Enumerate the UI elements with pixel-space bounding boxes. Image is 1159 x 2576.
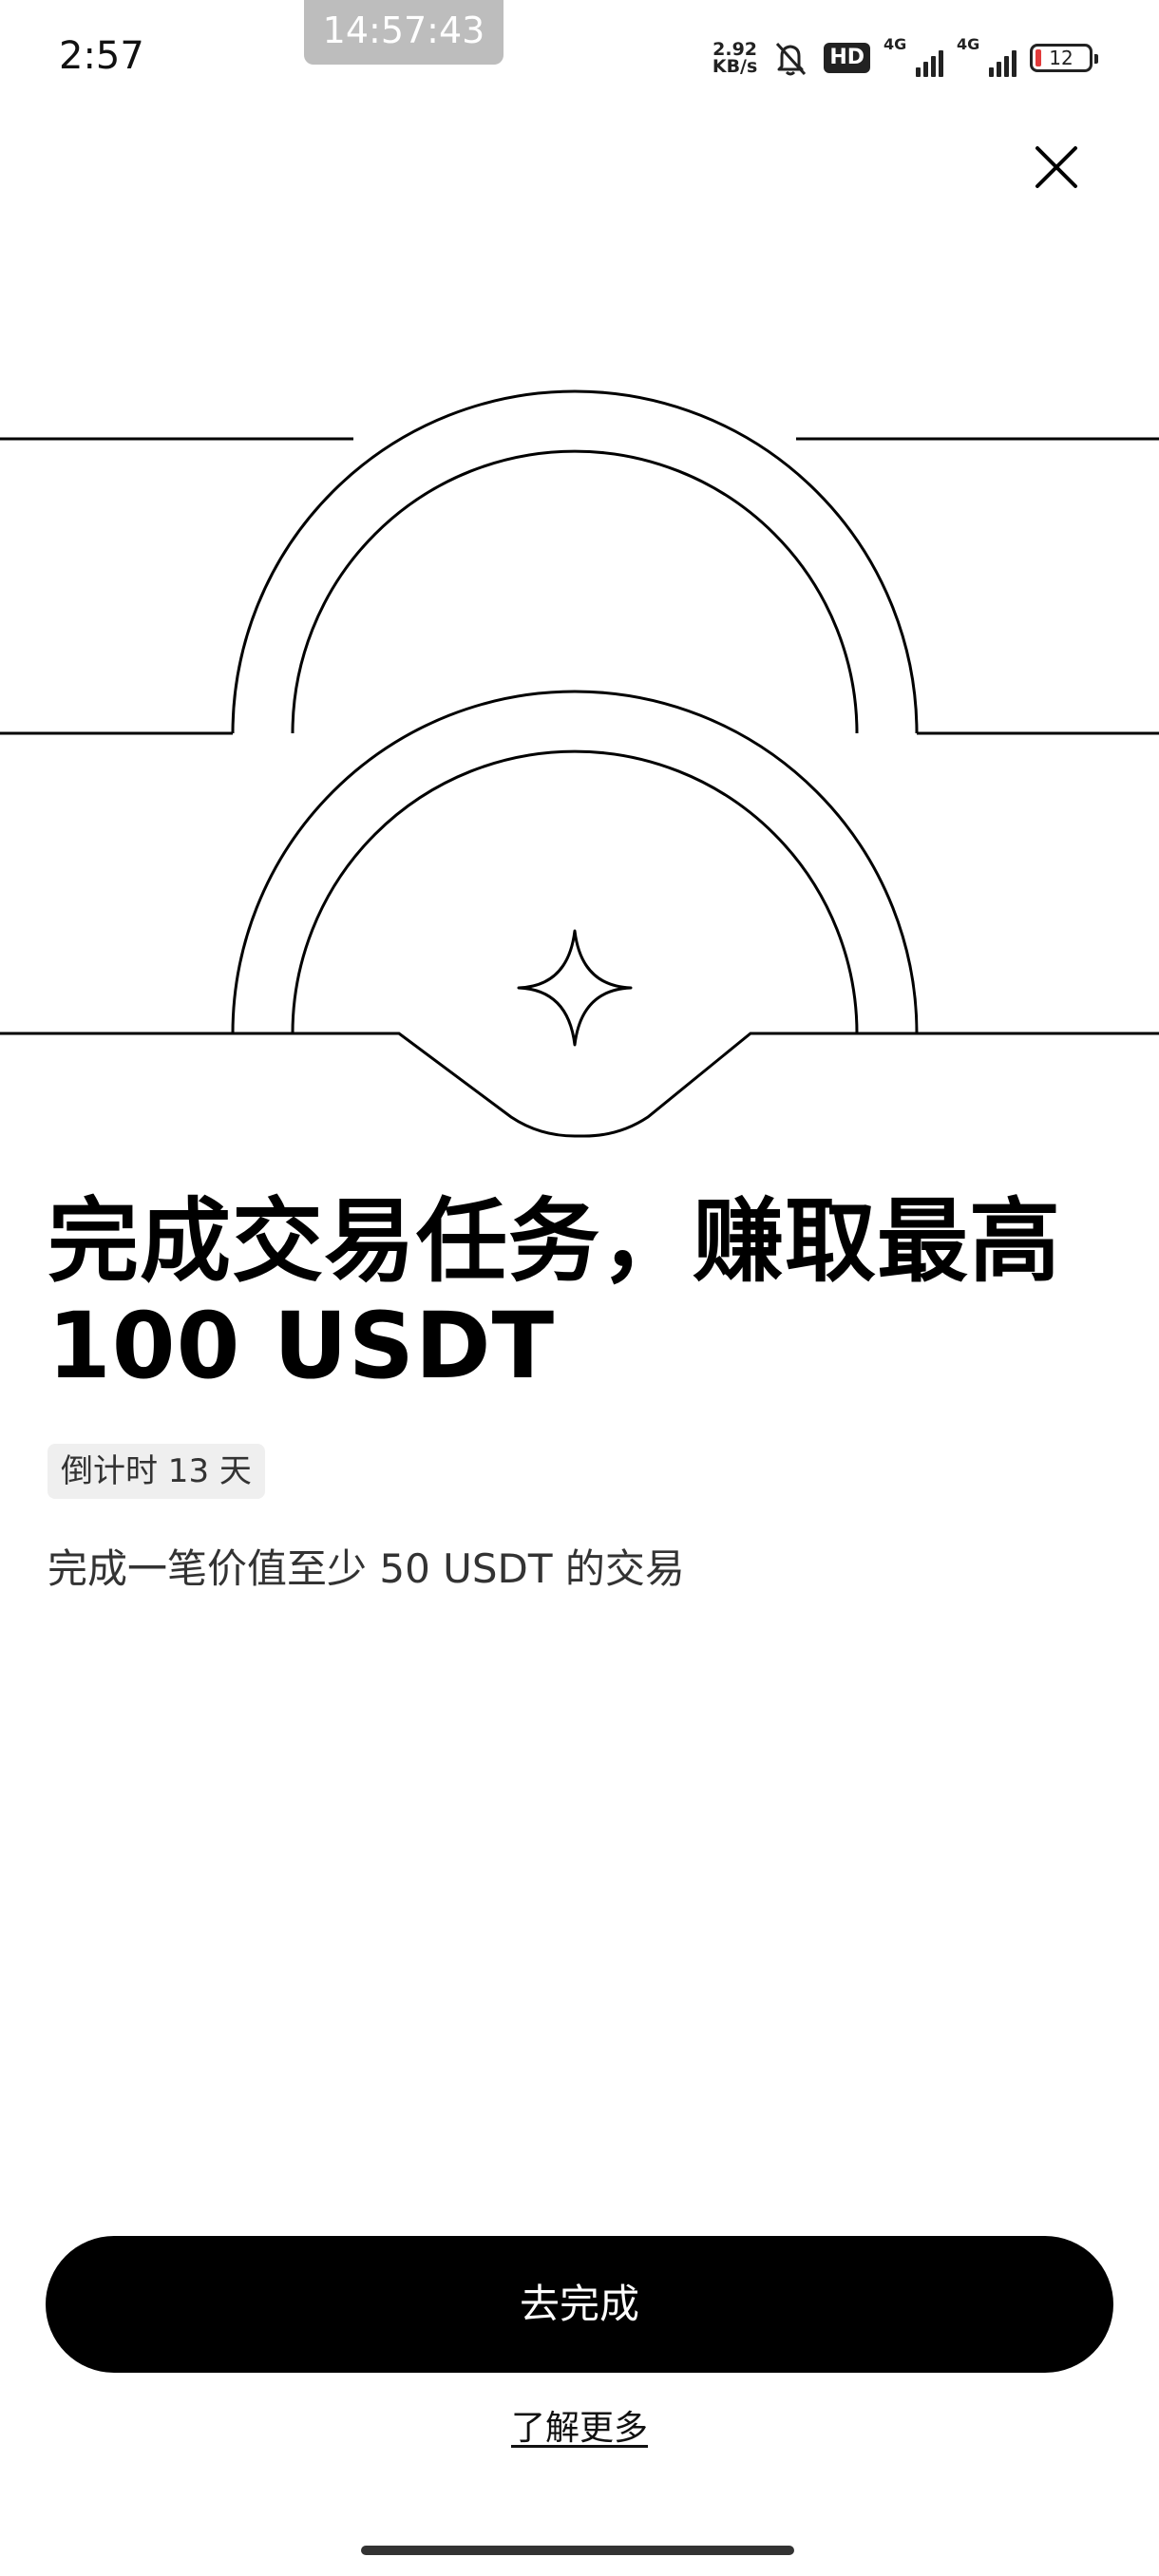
signal-icon: 4G: [957, 35, 1016, 77]
task-description: 完成一笔价值至少 50 USDT 的交易: [48, 1545, 685, 1592]
status-time: 2:57: [59, 34, 144, 78]
status-bar: 2:57 14:57:43 2.92 KB/s HD 4G 4G 12: [0, 0, 1159, 114]
signal-type-label: 4G: [957, 35, 980, 53]
hd-icon: HD: [824, 43, 870, 73]
screen-record-timer: 14:57:43: [304, 0, 504, 65]
network-speed: 2.92 KB/s: [712, 41, 758, 77]
bell-off-icon: [776, 42, 807, 76]
go-complete-button[interactable]: 去完成: [46, 2236, 1113, 2373]
home-indicator[interactable]: [361, 2546, 794, 2555]
promo-title-line2: 100 USDT: [48, 1293, 556, 1399]
promo-title: 完成交易任务，赚取最高 100 USDT: [48, 1189, 1112, 1398]
bottom-coin-inner: [291, 749, 859, 1034]
close-button[interactable]: [1022, 133, 1091, 201]
countdown-badge: 倒计时 13 天: [48, 1444, 265, 1499]
sparkle-icon: [517, 929, 633, 1047]
signal-icon: 4G: [884, 35, 943, 77]
network-speed-unit: KB/s: [712, 56, 758, 77]
battery-level-text: 12: [1049, 47, 1074, 69]
base-line: [0, 1032, 1159, 1138]
learn-more-link[interactable]: 了解更多: [511, 2409, 648, 2448]
battery-icon: 12: [1030, 44, 1098, 72]
promo-title-line1: 完成交易任务，赚取最高: [48, 1188, 1061, 1295]
top-coin-outer: [231, 389, 919, 734]
status-icons: 2.92 KB/s HD 4G 4G 12: [712, 34, 1098, 82]
signal-type-label: 4G: [884, 35, 907, 53]
learn-more-container: 了解更多: [0, 2405, 1159, 2453]
coin-stack-illustration: [0, 389, 1159, 1138]
battery-level-fill: [1036, 49, 1041, 66]
bottom-coin-outer: [231, 690, 919, 1034]
close-icon: [1036, 146, 1077, 188]
